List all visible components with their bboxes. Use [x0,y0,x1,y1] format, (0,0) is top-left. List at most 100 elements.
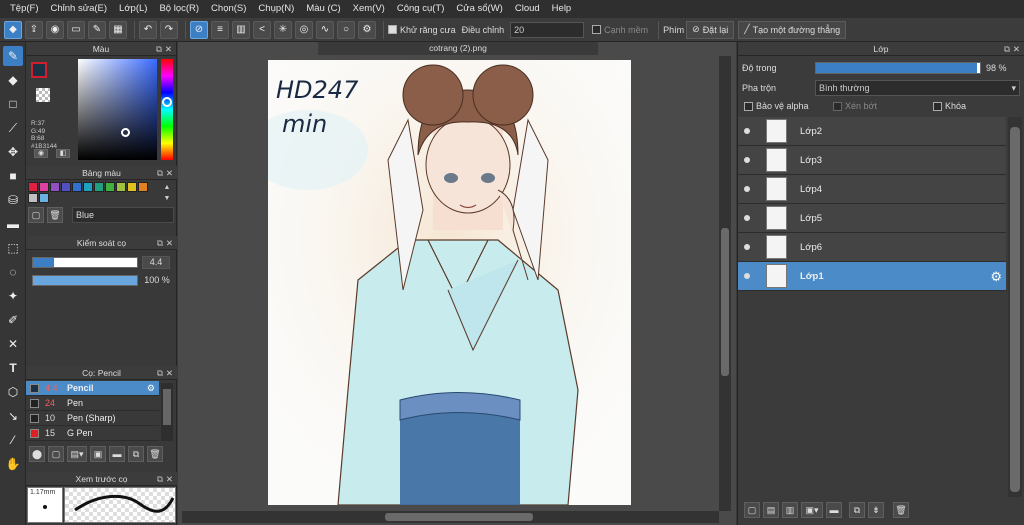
palette-swatch[interactable] [105,182,115,192]
menu-item-7[interactable]: Xem(V) [347,0,391,18]
brush-size-slider[interactable] [32,257,138,268]
adjust-select[interactable]: 20 [510,21,585,38]
rect-select-tool-icon[interactable]: □ [3,94,23,114]
popout-icon[interactable]: ⧉ [1004,42,1010,56]
palette-swatch[interactable] [50,182,60,192]
menu-item-10[interactable]: Cloud [509,0,546,18]
close-icon[interactable]: ✕ [166,472,173,486]
ellipse-snap-icon[interactable]: ○ [337,20,355,39]
popout-icon[interactable]: ⧉ [157,366,163,380]
layer-row[interactable]: Lớp3 [738,146,1006,175]
new-8bit-layer-icon[interactable]: ▥ [782,502,798,518]
color-tool-button-2[interactable]: ◧ [56,149,70,158]
vanish-snap-icon[interactable]: < [253,20,271,39]
wand-brush-tool-icon[interactable]: ⟋ [3,118,23,138]
menu-item-9[interactable]: Cửa sổ(W) [450,0,508,18]
select-tool-icon[interactable]: ⬚ [3,238,23,258]
canvas-vscroll-thumb[interactable] [721,228,729,376]
close-icon[interactable]: ✕ [166,366,173,380]
brush-item[interactable]: 4.4 Pencil ⚙ [26,381,159,396]
layer-list-scrollbar[interactable] [1008,117,1022,497]
menu-item-8[interactable]: Công cụ(T) [391,0,451,18]
delete-layer-icon[interactable]: 🗑 [893,502,909,518]
parallel-snap-icon[interactable]: ≡ [211,20,229,39]
close-icon[interactable]: ✕ [165,42,172,56]
eye-icon[interactable] [744,128,750,134]
layer-row[interactable]: Lớp6 [738,233,1006,262]
move-tool-icon[interactable]: ✥ [3,142,23,162]
drawing-canvas[interactable]: HD247 min [268,60,631,505]
gradient-tool-icon[interactable]: ▬ [3,214,23,234]
saturation-value-picker[interactable] [78,59,157,160]
palette-scroll[interactable]: ▲ ▼ [162,182,172,204]
brush-delete-icon[interactable]: 🗑 [147,446,163,462]
select-eraser-tool-icon[interactable]: ✕ [3,334,23,354]
eye-icon[interactable] [744,215,750,221]
bucket-tool-icon[interactable]: ⛁ [3,190,23,210]
layer-row[interactable]: Lớp5 [738,204,1006,233]
merge-layer-icon[interactable]: ⇟ [868,502,884,518]
app-icon[interactable]: ◆ [4,20,22,39]
palette-swatch[interactable] [83,182,93,192]
delete-palette-icon[interactable]: 🗑 [47,207,63,223]
color-tool-button-1[interactable]: ◉ [34,149,48,158]
gear-icon[interactable]: ⚙ [147,383,155,394]
popout-icon[interactable]: ⧉ [156,42,162,56]
palette-swatch[interactable] [72,182,82,192]
gear-icon[interactable]: ⚙ [990,269,1002,285]
reset-button[interactable]: ⊘ Đặt lại [686,20,735,39]
menu-item-11[interactable]: Help [546,0,578,18]
lock-checkbox[interactable] [933,101,942,111]
clip-checkbox[interactable] [833,101,842,111]
snap-settings-icon[interactable]: ⚙ [358,20,376,39]
eyedropper-tool-icon[interactable]: ⁄ [3,430,23,450]
brush-copy-icon[interactable]: ▣ [90,446,106,462]
palette-swatch[interactable] [138,182,148,192]
popout-icon[interactable]: ⧉ [157,472,163,486]
blur-tool-icon[interactable]: ↘ [3,406,23,426]
circle-snap-icon[interactable]: ◎ [295,20,313,39]
brush-settings-icon[interactable]: ✎ [88,20,106,39]
palette-swatch[interactable] [127,182,137,192]
duplicate-layer-icon[interactable]: ⧉ [849,502,865,518]
text-tool-icon[interactable]: T [3,358,23,378]
blend-mode-select[interactable]: Bình thường ▾ [815,80,1020,96]
protect-alpha-checkbox[interactable] [744,101,753,111]
hue-slider[interactable] [161,59,173,160]
eraser-tool-icon[interactable]: ◆ [3,70,23,90]
palette-swatch[interactable] [28,193,38,203]
layer-row[interactable]: Lớp2 [738,117,1006,146]
palette-name-field[interactable]: Blue [72,207,174,223]
menu-item-1[interactable]: Chỉnh sửa(E) [45,0,114,18]
eye-icon[interactable] [744,244,750,250]
new-layer-icon[interactable]: ▢ [744,502,760,518]
canvas-horizontal-scrollbar[interactable] [182,511,719,523]
palette-swatch[interactable] [61,182,71,192]
brush-item[interactable]: 15 G Pen [26,426,159,441]
share-icon[interactable]: ⇪ [25,20,43,39]
brush-add-icon[interactable]: ⬤ [29,446,45,462]
menu-item-2[interactable]: Lớp(L) [113,0,153,18]
hand-tool-icon[interactable]: ✋ [3,454,23,474]
layer-scroll-thumb[interactable] [1010,127,1020,492]
primary-color-swatch[interactable] [31,62,47,78]
new-palette-icon[interactable]: ▢ [28,207,44,223]
chat-icon[interactable]: ◉ [46,20,64,39]
canvas-vertical-scrollbar[interactable] [719,56,731,511]
redo-icon[interactable]: ↷ [160,20,178,39]
layer-row[interactable]: Lớp4 [738,175,1006,204]
new-folder-icon[interactable]: ▬ [826,502,842,518]
eye-icon[interactable] [744,273,750,279]
fill-rect-tool-icon[interactable]: ■ [3,166,23,186]
grid-icon[interactable]: ▦ [109,20,127,39]
brush-menu-icon[interactable]: ▤▾ [67,446,87,462]
palette-swatch[interactable] [116,182,126,192]
soft-edge-checkbox[interactable] [592,25,602,34]
menu-item-5[interactable]: Chụp(N) [252,0,300,18]
undo-icon[interactable]: ↶ [139,20,157,39]
new-halftone-layer-icon[interactable]: ▤ [763,502,779,518]
magic-wand-tool-icon[interactable]: ✦ [3,286,23,306]
brush-size-value[interactable]: 4.4 [142,256,170,269]
menu-item-6[interactable]: Màu (C) [300,0,346,18]
palette-swatch[interactable] [39,182,49,192]
